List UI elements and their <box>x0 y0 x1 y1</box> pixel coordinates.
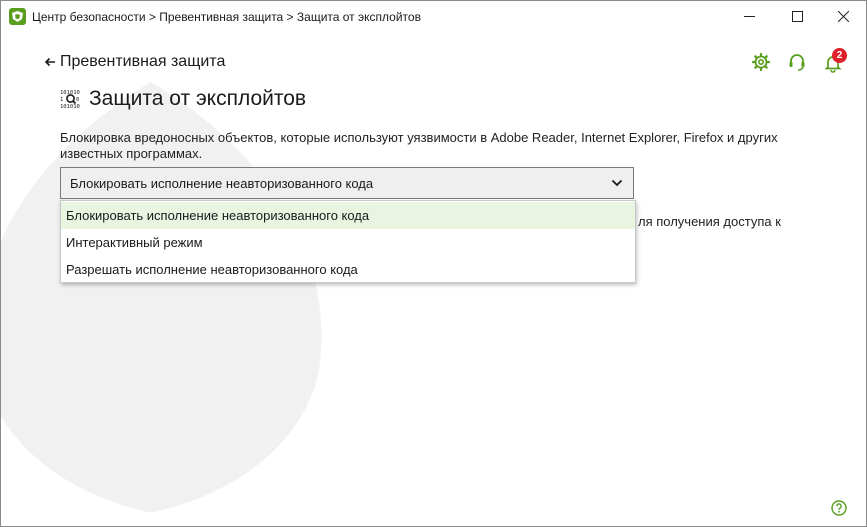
gear-icon[interactable] <box>751 52 771 72</box>
app-window: Центр безопасности > Превентивная защита… <box>0 0 867 527</box>
maximize-button[interactable] <box>774 1 820 32</box>
exploit-protection-icon: 101010 1 0 101010 <box>60 90 80 110</box>
mode-select-value: Блокировать исполнение неавторизованного… <box>70 175 374 191</box>
dropdown-option-block[interactable]: Блокировать исполнение неавторизованного… <box>61 202 635 229</box>
notification-badge: 2 <box>832 48 847 63</box>
mode-dropdown-list: Блокировать исполнение неавторизованного… <box>60 200 636 283</box>
close-button[interactable] <box>820 1 866 32</box>
dropdown-option-label: Интерактивный режим <box>66 235 203 250</box>
dropdown-option-label: Разрешать исполнение неавторизованного к… <box>66 262 358 277</box>
back-link[interactable]: Превентивная защита <box>44 53 225 71</box>
arrow-left-icon <box>44 57 55 67</box>
svg-text:1: 1 <box>60 97 63 103</box>
mode-select[interactable]: Блокировать исполнение неавторизованного… <box>60 167 634 199</box>
minimize-icon <box>743 16 755 17</box>
app-logo-icon <box>9 8 26 25</box>
back-link-label: Превентивная защита <box>60 53 226 70</box>
headset-icon[interactable] <box>787 52 807 72</box>
maximize-icon <box>791 11 803 22</box>
dropdown-option-allow[interactable]: Разрешать исполнение неавторизованного к… <box>61 256 635 283</box>
svg-text:101010: 101010 <box>60 104 80 110</box>
page-title: Защита от эксплойтов <box>89 87 307 110</box>
window-title: Центр безопасности > Превентивная защита… <box>32 10 421 24</box>
close-icon <box>837 11 849 22</box>
chevron-down-icon <box>611 179 623 187</box>
title-bar: Центр безопасности > Превентивная защита… <box>1 1 866 32</box>
dropdown-option-interactive[interactable]: Интерактивный режим <box>61 229 635 256</box>
svg-text:0: 0 <box>76 97 79 103</box>
dropdown-option-label: Блокировать исполнение неавторизованного… <box>66 208 370 223</box>
minimize-button[interactable] <box>726 1 772 32</box>
help-icon[interactable] <box>831 500 847 516</box>
page-description: Блокировка вредоносных объектов, которые… <box>60 130 778 161</box>
partially-hidden-text: ля получения доступа к <box>638 214 781 229</box>
